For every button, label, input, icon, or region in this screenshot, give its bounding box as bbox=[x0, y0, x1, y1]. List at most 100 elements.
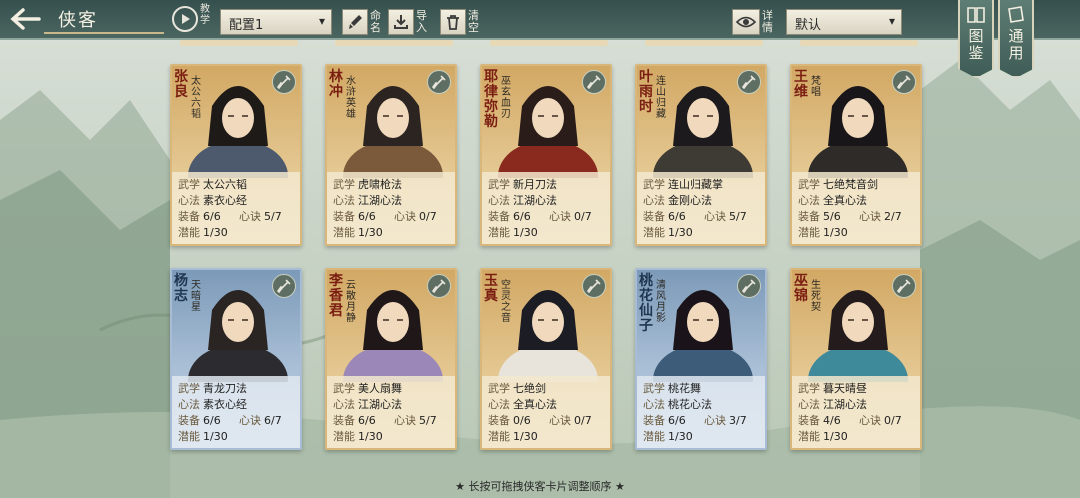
hero-card-6[interactable]: 杨志 天暗星 武学 青龙刀法 心法 素衣心经 装备 6/6 心诀 6/7 潜能 1/30 bbox=[170, 268, 302, 450]
broom-icon[interactable] bbox=[892, 70, 916, 94]
trash-icon bbox=[440, 9, 466, 35]
martial-value: 美人扇舞 bbox=[358, 382, 402, 395]
martial-key: 武学 bbox=[798, 178, 820, 191]
hero-title: 连山归藏 bbox=[656, 76, 666, 120]
hero-card-5[interactable]: 王维 梵唱 武学 七绝梵音剑 心法 全真心法 装备 5/6 心诀 2/7 潜能 1/30 bbox=[790, 64, 922, 246]
formula-value: 0/7 bbox=[574, 210, 592, 223]
clear-button[interactable]: 清空 bbox=[440, 9, 482, 35]
potential-row: 潜能 1/30 bbox=[643, 429, 765, 445]
page-title: 侠客 bbox=[58, 10, 98, 31]
mind-value: 江湖心法 bbox=[823, 398, 867, 411]
detail-toggle[interactable]: 详情 bbox=[732, 9, 776, 35]
potential-key: 潜能 bbox=[643, 430, 665, 443]
sort-dropdown[interactable]: 默认 ▾ bbox=[786, 9, 902, 35]
book-icon bbox=[967, 7, 985, 23]
martial-key: 武学 bbox=[488, 178, 510, 191]
hero-card-10[interactable]: 巫锦 生死契 武学 暮天晴昼 心法 江湖心法 装备 4/6 心诀 0/7 潜能 1/30 bbox=[790, 268, 922, 450]
rename-button[interactable]: 命名 bbox=[342, 9, 384, 35]
formula-value: 0/7 bbox=[884, 414, 902, 427]
martial-value: 虎啸枪法 bbox=[358, 178, 402, 191]
formula-value: 5/7 bbox=[264, 210, 282, 223]
equip-value: 6/6 bbox=[668, 414, 686, 427]
martial-row: 武学 青龙刀法 bbox=[178, 381, 300, 397]
martial-row: 武学 太公六韬 bbox=[178, 177, 300, 193]
general-label: 通用 bbox=[1008, 27, 1024, 62]
hero-card-4[interactable]: 叶雨时 连山归藏 武学 连山归藏掌 心法 金刚心法 装备 6/6 心诀 5/7 潜能 1/… bbox=[635, 64, 767, 246]
eye-icon bbox=[732, 9, 760, 35]
martial-value: 暮天晴昼 bbox=[823, 382, 867, 395]
card-edge bbox=[180, 40, 298, 46]
broom-icon[interactable] bbox=[272, 70, 296, 94]
hero-name: 玉真 bbox=[484, 273, 498, 304]
formula-value: 2/7 bbox=[884, 210, 902, 223]
hero-name: 林冲 bbox=[329, 69, 343, 100]
equip-key: 装备 bbox=[643, 414, 665, 427]
broom-icon[interactable] bbox=[582, 70, 606, 94]
codex-label: 图鉴 bbox=[968, 27, 984, 62]
broom-icon[interactable] bbox=[427, 70, 451, 94]
hero-card-7[interactable]: 李香君 云散月静 武学 美人扇舞 心法 江湖心法 装备 6/6 心诀 5/7 潜能 1/3… bbox=[325, 268, 457, 450]
hero-card-9[interactable]: 桃花仙子 清风月影 武学 桃花舞 心法 桃花心法 装备 6/6 心诀 3/7 潜能 1/3… bbox=[635, 268, 767, 450]
back-button[interactable] bbox=[4, 4, 44, 34]
tutorial-button[interactable]: 教学 bbox=[172, 4, 218, 38]
import-button[interactable]: 导入 bbox=[388, 9, 430, 35]
equip-row: 装备 5/6 心诀 2/7 bbox=[798, 209, 920, 225]
chevron-down-icon: ▾ bbox=[888, 14, 895, 28]
card-edge bbox=[645, 40, 763, 46]
hero-title: 生死契 bbox=[811, 280, 821, 313]
mind-row: 心法 全真心法 bbox=[798, 193, 920, 209]
formula-value: 5/7 bbox=[729, 210, 747, 223]
hero-stats: 武学 桃花舞 心法 桃花心法 装备 6/6 心诀 3/7 潜能 1/30 bbox=[637, 376, 765, 448]
martial-row: 武学 新月刀法 bbox=[488, 177, 610, 193]
hero-card-8[interactable]: 玉真 空灵之音 武学 七绝剑 心法 全真心法 装备 0/6 心诀 0/7 潜能 1/30 bbox=[480, 268, 612, 450]
hero-stats: 武学 七绝剑 心法 全真心法 装备 0/6 心诀 0/7 潜能 1/30 bbox=[482, 376, 610, 448]
potential-row: 潜能 1/30 bbox=[333, 429, 455, 445]
mind-value: 桃花心法 bbox=[668, 398, 712, 411]
formula-value: 6/7 bbox=[264, 414, 282, 427]
mind-row: 心法 素衣心经 bbox=[178, 193, 300, 209]
mind-row: 心法 桃花心法 bbox=[643, 397, 765, 413]
config-dropdown[interactable]: 配置1 ▾ bbox=[220, 9, 332, 35]
equip-key: 装备 bbox=[333, 210, 355, 223]
equip-row: 装备 6/6 心诀 5/7 bbox=[333, 413, 455, 429]
potential-key: 潜能 bbox=[798, 430, 820, 443]
potential-row: 潜能 1/30 bbox=[643, 225, 765, 241]
mind-row: 心法 全真心法 bbox=[488, 397, 610, 413]
broom-icon[interactable] bbox=[737, 70, 761, 94]
hero-title: 清风月影 bbox=[656, 280, 666, 324]
potential-value: 1/30 bbox=[668, 430, 693, 443]
martial-row: 武学 暮天晴昼 bbox=[798, 381, 920, 397]
martial-row: 武学 桃花舞 bbox=[643, 381, 765, 397]
equip-row: 装备 6/6 心诀 6/7 bbox=[178, 413, 300, 429]
broom-icon[interactable] bbox=[737, 274, 761, 298]
broom-icon[interactable] bbox=[427, 274, 451, 298]
martial-value: 青龙刀法 bbox=[203, 382, 247, 395]
hero-card-1[interactable]: 张良 太公六韬 武学 太公六韬 心法 素衣心经 装备 6/6 心诀 5/7 潜能 1/30 bbox=[170, 64, 302, 246]
martial-key: 武学 bbox=[178, 178, 200, 191]
codex-button[interactable]: 图鉴 bbox=[958, 0, 994, 78]
broom-icon[interactable] bbox=[582, 274, 606, 298]
equip-key: 装备 bbox=[178, 210, 200, 223]
mind-key: 心法 bbox=[798, 398, 820, 411]
hero-card-2[interactable]: 林冲 水浒英雄 武学 虎啸枪法 心法 江湖心法 装备 6/6 心诀 0/7 潜能 1/30 bbox=[325, 64, 457, 246]
mind-value: 江湖心法 bbox=[358, 194, 402, 207]
mind-key: 心法 bbox=[178, 398, 200, 411]
hero-stats: 武学 美人扇舞 心法 江湖心法 装备 6/6 心诀 5/7 潜能 1/30 bbox=[327, 376, 455, 448]
formula-key: 心诀 bbox=[394, 414, 416, 427]
formula-key: 心诀 bbox=[239, 414, 261, 427]
mind-row: 心法 江湖心法 bbox=[333, 397, 455, 413]
hero-card-3[interactable]: 耶律弥勒 巫玄血刃 武学 新月刀法 心法 江湖心法 装备 6/6 心诀 0/7 潜能 1/… bbox=[480, 64, 612, 246]
equip-row: 装备 6/6 心诀 0/7 bbox=[488, 209, 610, 225]
potential-key: 潜能 bbox=[178, 430, 200, 443]
equip-row: 装备 6/6 心诀 5/7 bbox=[178, 209, 300, 225]
config-value: 配置1 bbox=[229, 18, 264, 33]
equip-key: 装备 bbox=[798, 414, 820, 427]
broom-icon[interactable] bbox=[272, 274, 296, 298]
broom-icon[interactable] bbox=[892, 274, 916, 298]
mind-row: 心法 素衣心经 bbox=[178, 397, 300, 413]
equip-row: 装备 4/6 心诀 0/7 bbox=[798, 413, 920, 429]
general-button[interactable]: 通用 bbox=[998, 0, 1034, 78]
mind-value: 素衣心经 bbox=[203, 398, 247, 411]
equip-value: 6/6 bbox=[358, 414, 376, 427]
martial-row: 武学 美人扇舞 bbox=[333, 381, 455, 397]
